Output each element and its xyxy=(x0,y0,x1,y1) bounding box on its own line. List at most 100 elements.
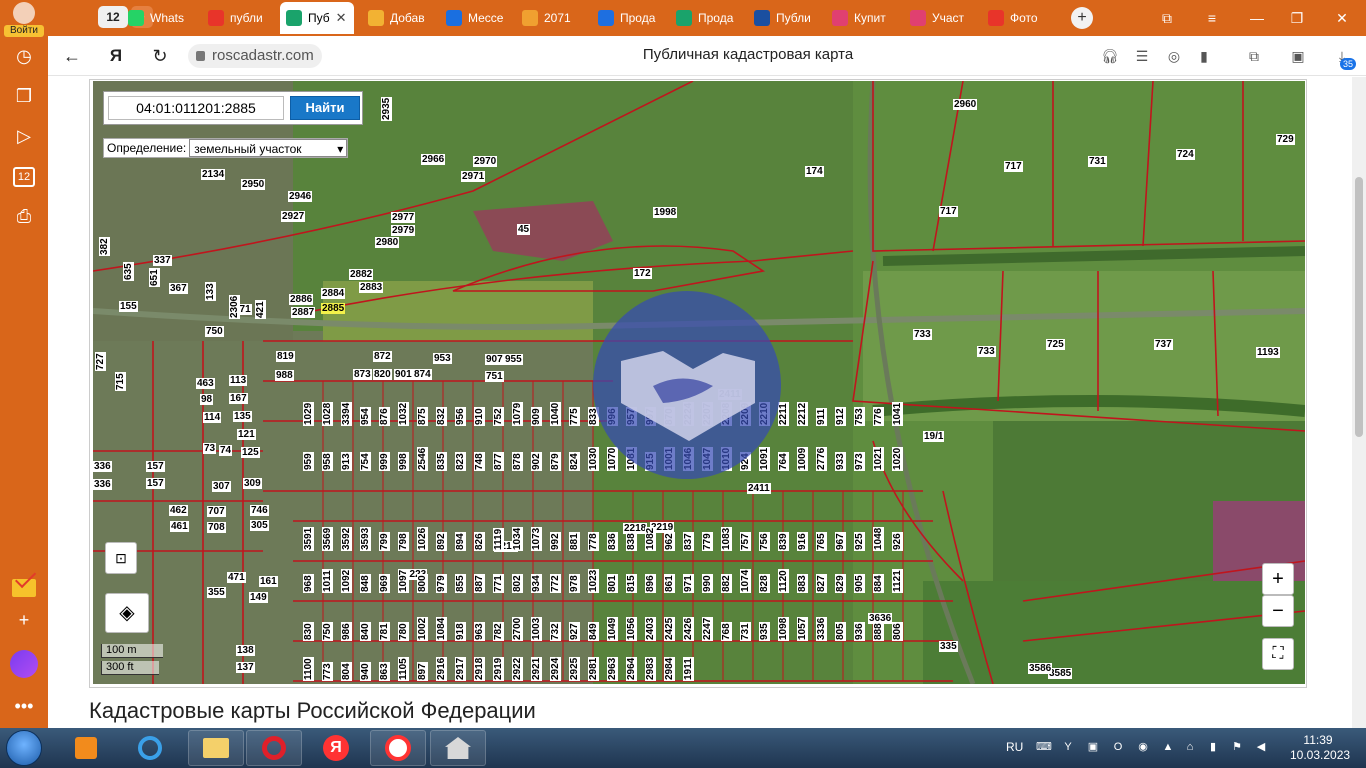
plot-label[interactable]: 1041 xyxy=(892,401,903,426)
plot-label[interactable]: 135 xyxy=(233,411,252,422)
zoom-in-button[interactable]: + xyxy=(1262,563,1294,595)
plot-label[interactable]: 746 xyxy=(250,505,269,516)
history-icon[interactable]: ◷ xyxy=(8,40,40,72)
plot-label[interactable]: 2970 xyxy=(473,156,498,167)
plot-label[interactable]: 765 xyxy=(816,532,827,551)
plot-label[interactable]: 1074 xyxy=(740,568,751,593)
plot-label[interactable]: 999 xyxy=(379,452,390,471)
plot-label[interactable]: 2403 xyxy=(645,616,656,641)
plot-label[interactable]: 888 xyxy=(873,622,884,641)
plot-label[interactable]: 1098 xyxy=(778,616,789,641)
plot-label[interactable]: 935 xyxy=(759,622,770,641)
plot-label[interactable]: 992 xyxy=(550,532,561,551)
plot-label[interactable]: 753 xyxy=(854,407,865,426)
plot-label[interactable]: 926 xyxy=(892,532,903,551)
plot-label[interactable]: 2916 xyxy=(436,656,447,681)
reload-icon[interactable]: ↻ xyxy=(148,44,172,68)
selected-plot-label[interactable]: 2885 xyxy=(321,303,346,314)
tab-3[interactable]: Пуб ✕ xyxy=(280,2,354,34)
plot-label[interactable]: 894 xyxy=(455,532,466,551)
zoom-out-button[interactable]: − xyxy=(1262,595,1294,627)
home-tray-icon[interactable]: ⌂ xyxy=(1183,740,1197,754)
tab-1[interactable]: Whats xyxy=(122,2,198,34)
plot-label[interactable]: 798 xyxy=(398,532,409,551)
plot-label[interactable]: 882 xyxy=(721,574,732,593)
plot-label[interactable]: 782 xyxy=(493,622,504,641)
plot-label[interactable]: 2886 xyxy=(289,294,314,305)
plot-label[interactable]: 874 xyxy=(413,369,432,380)
plot-label[interactable]: 114 xyxy=(203,412,222,423)
plot-label[interactable]: 780 xyxy=(398,622,409,641)
plot-label[interactable]: 1034 xyxy=(512,526,523,551)
plot-label[interactable]: 830 xyxy=(303,622,314,641)
plot-label[interactable]: 149 xyxy=(249,592,268,603)
tab-manager-icon[interactable]: ⧉ xyxy=(1155,6,1179,30)
plot-label[interactable]: 1119 xyxy=(493,527,504,551)
plot-label[interactable]: 1056 xyxy=(626,616,637,641)
plot-label[interactable]: 3593 xyxy=(360,526,371,551)
plot-label[interactable]: 3586 xyxy=(1028,663,1053,674)
home-app-icon[interactable] xyxy=(430,730,486,766)
plot-label[interactable]: 1105 xyxy=(398,657,409,681)
plot-label[interactable]: 1029 xyxy=(303,401,314,426)
plot-label[interactable]: 840 xyxy=(360,622,371,641)
plot-label[interactable]: 748 xyxy=(474,452,485,471)
plot-label[interactable]: 824 xyxy=(569,452,580,471)
plot-label[interactable]: 2247 xyxy=(702,616,713,641)
plot-label[interactable]: 167 xyxy=(229,393,248,404)
plot-label[interactable]: 2134 xyxy=(201,169,226,180)
plot-label[interactable]: 462 xyxy=(169,505,188,516)
language-indicator[interactable]: RU xyxy=(1006,740,1023,754)
protect-icon[interactable]: ◎ xyxy=(1164,46,1184,66)
plot-label[interactable]: 1084 xyxy=(436,616,447,641)
plot-label[interactable]: 1073 xyxy=(531,526,542,551)
plot-label[interactable]: 1002 xyxy=(417,616,428,641)
sync-icon[interactable]: ◉ xyxy=(1136,740,1150,754)
plot-label[interactable]: 757 xyxy=(740,532,751,551)
plot-label[interactable]: 2946 xyxy=(288,191,313,202)
plot-label[interactable]: 837 xyxy=(683,532,694,551)
plot-label[interactable]: 355 xyxy=(207,587,226,598)
plot-label[interactable]: 835 xyxy=(436,452,447,471)
plot-label[interactable]: 3336 xyxy=(816,616,827,641)
plot-label[interactable]: 861 xyxy=(664,574,675,593)
plot-label[interactable]: 1028 xyxy=(322,401,333,426)
plot-label[interactable]: 751 xyxy=(485,371,504,382)
tabs-counter-icon[interactable]: 12 xyxy=(13,167,35,187)
opera-icon[interactable] xyxy=(246,730,302,766)
plot-label[interactable]: 73 xyxy=(203,443,217,454)
collections-icon[interactable]: ❐ xyxy=(8,80,40,112)
tab-12[interactable]: Фото xyxy=(982,2,1056,34)
plot-label[interactable]: 717 xyxy=(939,206,958,217)
plot-label[interactable]: 855 xyxy=(455,574,466,593)
bookmark-icon[interactable]: ▮ xyxy=(1194,46,1214,66)
plot-label[interactable]: 2700 xyxy=(512,616,523,641)
plot-label[interactable]: 907 xyxy=(485,354,504,365)
plot-label[interactable]: 724 xyxy=(1176,149,1195,160)
add-icon[interactable]: + xyxy=(8,604,40,636)
notification-icon[interactable]: ⚑ xyxy=(1230,740,1244,754)
plot-label[interactable]: 925 xyxy=(854,532,865,551)
plot-label[interactable]: 137 xyxy=(236,662,255,673)
plot-label[interactable]: 74 xyxy=(219,445,233,456)
plot-label[interactable]: 309 xyxy=(243,478,262,489)
plot-label[interactable]: 1193 xyxy=(1256,347,1280,358)
plot-label[interactable]: 838 xyxy=(626,532,637,551)
plot-label[interactable]: 848 xyxy=(360,574,371,593)
plot-label[interactable]: 962 xyxy=(664,532,675,551)
plot-label[interactable]: 715 xyxy=(115,372,126,391)
plot-label[interactable]: 1079 xyxy=(512,401,523,426)
plot-label[interactable]: 958 xyxy=(322,452,333,471)
plot-label[interactable]: 461 xyxy=(170,521,189,532)
plot-label[interactable]: 336 xyxy=(93,461,112,472)
plot-label[interactable]: 967 xyxy=(835,532,846,551)
plot-label[interactable]: 471 xyxy=(227,572,246,583)
scrollbar[interactable] xyxy=(1352,77,1366,728)
plot-label[interactable]: 781 xyxy=(379,622,390,641)
plot-label[interactable]: 2980 xyxy=(375,237,400,248)
internet-explorer-icon[interactable] xyxy=(122,730,178,766)
plot-label[interactable]: 155 xyxy=(119,301,138,312)
plot-label[interactable]: 2776 xyxy=(816,446,827,471)
plot-label[interactable]: 2966 xyxy=(421,154,446,165)
plot-label[interactable]: 918 xyxy=(455,622,466,641)
